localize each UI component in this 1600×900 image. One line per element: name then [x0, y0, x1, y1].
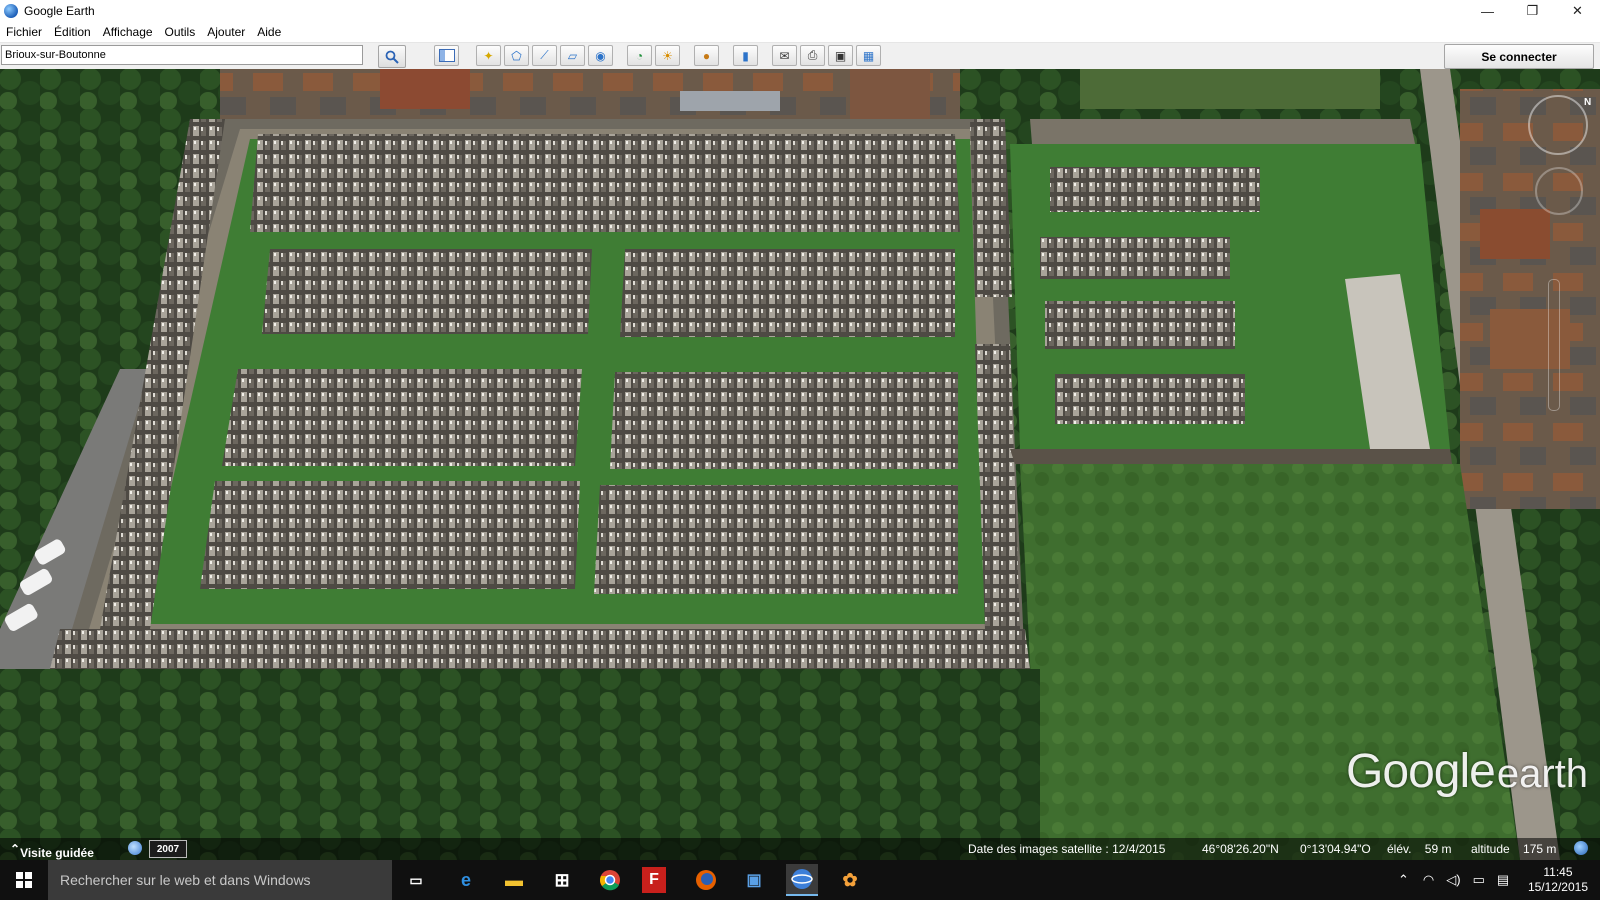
firefox-icon[interactable] [690, 864, 722, 896]
view-in-maps-button[interactable]: ▦ [856, 45, 881, 66]
placemark-icon: ✦ [483, 48, 494, 63]
print-icon: ⎙ [807, 48, 818, 62]
historical-imagery-icon[interactable] [128, 841, 142, 855]
google-earth-logo: Googleearth [1346, 745, 1588, 798]
ruler-icon: ▮ [742, 48, 749, 63]
path-icon: ⟋ [540, 48, 549, 62]
add-placemark-button[interactable]: ✦ [476, 45, 501, 66]
move-control[interactable] [1535, 167, 1583, 215]
clock-time: 11:45 [1543, 865, 1573, 879]
record-tour-button[interactable]: ◉ [588, 45, 613, 66]
store-icon[interactable]: ⊞ [546, 864, 578, 896]
remote-desktop-icon[interactable]: ▣ [738, 864, 770, 896]
polygon-icon: ⬠ [511, 48, 522, 63]
chrome-icon[interactable] [594, 864, 626, 896]
volume-icon[interactable]: ◁) [1446, 872, 1460, 888]
clock-icon: ◔ [635, 48, 644, 63]
action-center-icon[interactable]: ▤ [1497, 872, 1509, 888]
start-button[interactable] [0, 860, 48, 900]
planet-icon: ● [702, 48, 711, 63]
sign-in-button[interactable]: Se connecter [1444, 44, 1594, 69]
close-button[interactable]: ✕ [1555, 0, 1600, 22]
longitude-readout: 0°13'04.94"O [1300, 842, 1371, 856]
filezilla-icon[interactable]: F [642, 867, 666, 893]
zoom-slider[interactable] [1548, 279, 1560, 411]
record-tour-icon: ◉ [595, 48, 606, 63]
search-input[interactable] [1, 45, 363, 65]
minimize-button[interactable]: — [1465, 0, 1510, 22]
menu-edition[interactable]: Édition [48, 25, 97, 39]
ruler-button[interactable]: ▮ [733, 45, 758, 66]
add-overlay-button[interactable]: ▱ [560, 45, 585, 66]
window-title: Google Earth [24, 4, 95, 18]
sunlight-button[interactable]: ☀ [655, 45, 680, 66]
windows-taskbar: Rechercher sur le web et dans Windows ▭ … [0, 860, 1600, 900]
search-icon [385, 50, 399, 64]
status-globe-icon [1574, 841, 1588, 855]
switch-planet-button[interactable]: ● [694, 45, 719, 66]
chrome-logo [600, 870, 620, 891]
firefox-logo [696, 870, 716, 890]
latitude-readout: 46°08'26.20"N [1202, 842, 1279, 856]
toolbar: ✦ ⬠ ⟋ ▱ ◉ ◔ ☀ ● ▮ ✉ ⎙ ▣ ▦ Se connecter [0, 43, 1600, 70]
add-path-button[interactable]: ⟋ [532, 45, 557, 66]
status-bar: ⌃ Visite guidée 2007 Date des images sat… [0, 838, 1600, 860]
menu-affichage[interactable]: Affichage [97, 25, 159, 39]
image-overlay-icon: ▱ [567, 48, 578, 63]
guided-tour-link[interactable]: ⌃ Visite guidée [10, 842, 94, 860]
show-hidden-icons[interactable]: ⌃ [1398, 872, 1409, 888]
battery-icon[interactable]: ▭ [1473, 872, 1485, 888]
menu-fichier[interactable]: Fichier [0, 25, 48, 39]
elevation-readout: élév. 59 m [1387, 842, 1452, 856]
guided-tour-label: Visite guidée [20, 846, 94, 860]
email-icon: ✉ [779, 48, 790, 63]
network-icon[interactable]: ◠ [1423, 872, 1434, 888]
sidebar-icon [438, 49, 455, 62]
clock-date: 15/12/2015 [1527, 880, 1588, 894]
menu-ajouter[interactable]: Ajouter [201, 25, 251, 39]
look-around-control[interactable] [1528, 95, 1588, 155]
north-indicator[interactable]: N [1584, 97, 1591, 108]
menu-outils[interactable]: Outils [159, 25, 202, 39]
edge-browser-icon[interactable]: e [450, 864, 482, 896]
save-image-button[interactable]: ▣ [828, 45, 853, 66]
altitude-readout: altitude 175 m [1471, 842, 1557, 856]
google-earth-app-icon [4, 4, 18, 18]
menu-aide[interactable]: Aide [251, 25, 287, 39]
restore-button[interactable]: ❐ [1510, 0, 1555, 22]
task-view-icon[interactable]: ▭ [400, 864, 432, 896]
save-image-icon: ▣ [834, 48, 847, 63]
paint-app-icon[interactable]: ✿ [834, 864, 866, 896]
window-controls: — ❐ ✕ [1465, 0, 1600, 22]
imagery-year-badge[interactable]: 2007 [149, 840, 187, 858]
google-earth-taskbar-icon[interactable] [786, 864, 818, 896]
print-button[interactable]: ⎙ [800, 45, 825, 66]
imagery-date: Date des images satellite : 12/4/2015 [968, 842, 1166, 856]
historical-imagery-button[interactable]: ◔ [627, 45, 652, 66]
sidebar-toggle-button[interactable] [434, 45, 459, 66]
google-earth-globe [791, 869, 813, 889]
search-button[interactable] [378, 45, 406, 68]
title-bar: Google Earth — ❐ ✕ [0, 0, 1600, 22]
email-button[interactable]: ✉ [772, 45, 797, 66]
taskbar-clock[interactable]: 11:45 15/12/2015 [1528, 865, 1588, 895]
taskbar-search-box[interactable]: Rechercher sur le web et dans Windows [48, 860, 392, 900]
satellite-imagery [0, 69, 1600, 860]
map-viewport[interactable]: N Googleearth ⌃ Visite guidée 2007 Date … [0, 69, 1600, 860]
system-tray: ⌃ ◠ ◁) ▭ ▤ [1398, 860, 1509, 900]
sun-icon: ☀ [662, 48, 673, 63]
file-explorer-icon[interactable]: ▬ [498, 864, 530, 896]
menu-bar: Fichier Édition Affichage Outils Ajouter… [0, 22, 1600, 43]
maps-icon: ▦ [862, 48, 875, 63]
windows-logo-icon [16, 872, 32, 888]
add-polygon-button[interactable]: ⬠ [504, 45, 529, 66]
